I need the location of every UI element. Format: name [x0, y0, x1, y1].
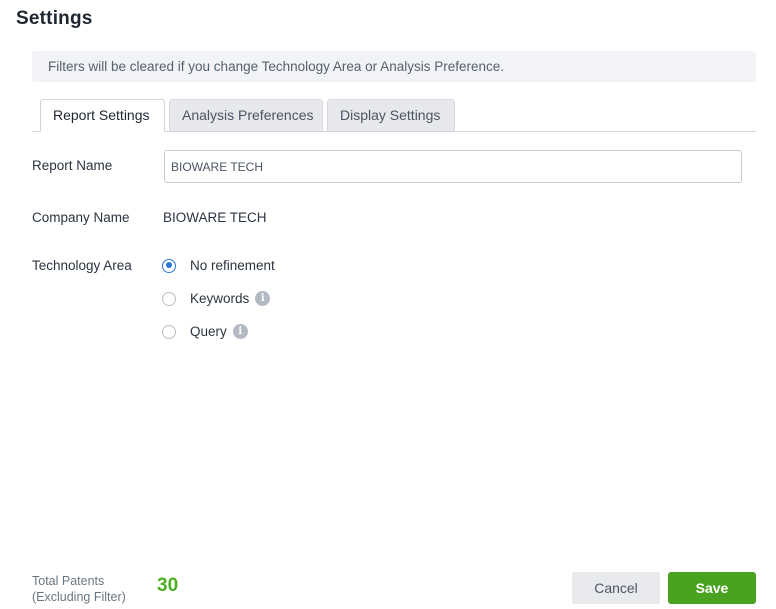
tab-analysis-preferences[interactable]: Analysis Preferences [169, 99, 323, 131]
total-patents-label-line2: (Excluding Filter) [32, 589, 126, 605]
radio-label-no-refinement: No refinement [190, 258, 275, 273]
radio-button-query[interactable] [162, 325, 176, 339]
report-name-input[interactable] [164, 150, 742, 183]
total-patents-count: 30 [157, 575, 178, 597]
info-icon[interactable]: i [233, 324, 248, 339]
radio-option-no-refinement[interactable]: No refinement [162, 258, 275, 273]
settings-dialog: Settings Filters will be cleared if you … [0, 0, 776, 609]
radio-label-query: Query [190, 324, 227, 339]
tab-report-settings[interactable]: Report Settings [40, 99, 165, 132]
filter-notice: Filters will be cleared if you change Te… [32, 51, 756, 82]
total-patents-label-line1: Total Patents [32, 573, 126, 589]
info-icon[interactable]: i [255, 291, 270, 306]
tab-bar: Report Settings Analysis Preferences Dis… [32, 99, 756, 132]
radio-button-keywords[interactable] [162, 292, 176, 306]
cancel-button[interactable]: Cancel [572, 572, 660, 604]
save-button[interactable]: Save [668, 572, 756, 604]
radio-option-keywords[interactable]: Keywords i [162, 291, 270, 306]
report-name-label: Report Name [32, 158, 112, 173]
company-name-value: BIOWARE TECH [163, 210, 267, 225]
radio-button-no-refinement[interactable] [162, 259, 176, 273]
page-title: Settings [16, 8, 93, 30]
technology-area-label: Technology Area [32, 258, 132, 273]
total-patents-label: Total Patents (Excluding Filter) [32, 573, 126, 605]
radio-label-keywords: Keywords [190, 291, 249, 306]
radio-option-query[interactable]: Query i [162, 324, 248, 339]
company-name-label: Company Name [32, 210, 130, 225]
tab-display-settings[interactable]: Display Settings [327, 99, 455, 131]
